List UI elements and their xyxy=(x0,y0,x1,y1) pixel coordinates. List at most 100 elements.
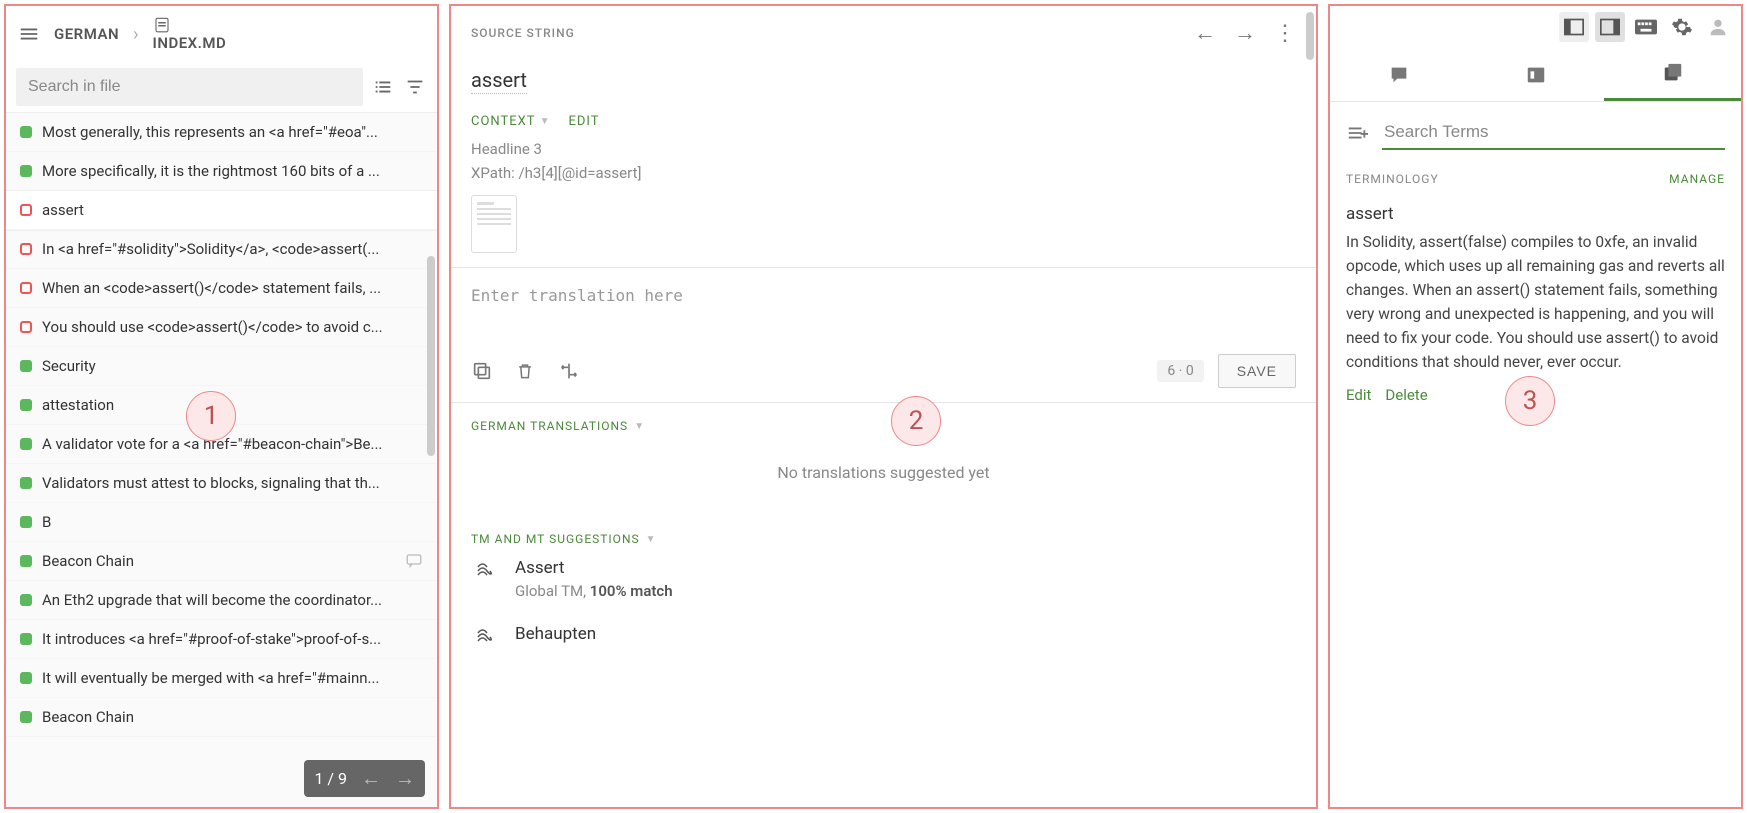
tab-file[interactable] xyxy=(1467,48,1604,101)
list-item-label: Beacon Chain xyxy=(42,708,423,726)
terminology-search-input[interactable] xyxy=(1382,116,1725,150)
list-item[interactable]: attestation xyxy=(6,386,437,425)
list-item[interactable]: In <a href="#solidity">Solidity</a>, <co… xyxy=(6,230,437,269)
context-line-2: XPath: /h3[4][@id=assert] xyxy=(471,161,1296,185)
tm-suggestion-subtext: Global TM, 100% match xyxy=(515,582,673,600)
status-dot xyxy=(20,243,32,255)
source-string-label: SOURCE STRING xyxy=(471,26,575,40)
left-panel: GERMAN › INDEX.MD Most generally, this r… xyxy=(4,4,439,809)
left-header: GERMAN › INDEX.MD xyxy=(6,6,437,62)
list-item[interactable]: You should use <code>assert()</code> to … xyxy=(6,308,437,347)
terminology-section-label: TERMINOLOGY xyxy=(1346,172,1439,186)
menu-icon[interactable] xyxy=(18,23,40,45)
transform-icon[interactable] xyxy=(557,360,581,382)
search-input[interactable] xyxy=(16,68,363,106)
list-item-label: B xyxy=(42,513,423,531)
status-dot xyxy=(20,126,32,138)
term-edit-link[interactable]: Edit xyxy=(1346,386,1371,404)
pager-text: 1 / 9 xyxy=(314,769,347,788)
list-item[interactable]: A validator vote for a <a href="#beacon-… xyxy=(6,425,437,464)
no-translations-text: No translations suggested yet xyxy=(471,433,1296,512)
term-delete-link[interactable]: Delete xyxy=(1385,386,1427,404)
pager-prev[interactable]: ← xyxy=(361,766,381,791)
list-view-icon[interactable] xyxy=(371,75,395,99)
terminology-entry: assert In Solidity, assert(false) compil… xyxy=(1330,194,1741,414)
list-item[interactable]: When an <code>assert()</code> statement … xyxy=(6,269,437,308)
list-item-label: An Eth2 upgrade that will become the coo… xyxy=(42,591,423,609)
tm-suggestion-item[interactable]: Behaupten xyxy=(471,612,1296,662)
list-item[interactable]: Validators must attest to blocks, signal… xyxy=(6,464,437,503)
gear-icon[interactable] xyxy=(1667,12,1697,42)
breadcrumb-language[interactable]: GERMAN xyxy=(54,25,119,43)
clear-icon[interactable] xyxy=(515,360,535,382)
tm-source-icon xyxy=(471,624,497,650)
user-icon[interactable] xyxy=(1703,12,1733,42)
center-panel: SOURCE STRING ← → ⋮ assert CONTEXT ▼ EDI… xyxy=(449,4,1318,809)
list-item-label: Beacon Chain xyxy=(42,552,395,570)
file-icon xyxy=(153,16,227,34)
breadcrumb-file: INDEX.MD xyxy=(153,34,227,52)
context-line-1: Headline 3 xyxy=(471,137,1296,161)
add-term-icon[interactable] xyxy=(1346,123,1368,143)
right-toolbar xyxy=(1330,6,1741,48)
status-dot xyxy=(20,633,32,645)
string-list[interactable]: Most generally, this represents an <a hr… xyxy=(6,112,437,807)
list-item-label: attestation xyxy=(42,396,423,414)
tm-suggestion-text: Assert xyxy=(515,558,673,578)
tm-source-icon xyxy=(471,558,497,584)
tm-suggestion-item[interactable]: Assert Global TM, 100% match xyxy=(471,546,1296,612)
tm-suggestions-header[interactable]: TM AND MT SUGGESTIONS ▼ xyxy=(471,532,1296,546)
context-screenshot-thumb[interactable] xyxy=(471,195,517,253)
right-panel: TERMINOLOGY MANAGE assert In Solidity, a… xyxy=(1328,4,1743,809)
breadcrumb-file-group[interactable]: INDEX.MD xyxy=(153,16,227,52)
list-item[interactable]: Beacon Chain xyxy=(6,698,437,737)
chevron-right-icon: › xyxy=(133,24,138,45)
context-edit-link[interactable]: EDIT xyxy=(568,114,599,129)
list-item-label: You should use <code>assert()</code> to … xyxy=(42,318,423,336)
list-item-label: It introduces <a href="#proof-of-stake">… xyxy=(42,630,423,648)
keyboard-icon[interactable] xyxy=(1631,12,1661,42)
status-dot xyxy=(20,399,32,411)
list-item[interactable]: It introduces <a href="#proof-of-stake">… xyxy=(6,620,437,659)
list-item[interactable]: More specifically, it is the rightmost 1… xyxy=(6,152,437,191)
status-dot xyxy=(20,165,32,177)
translation-input[interactable] xyxy=(451,268,1316,340)
layout-left-icon[interactable] xyxy=(1559,12,1589,42)
status-dot xyxy=(20,360,32,372)
list-item[interactable]: Most generally, this represents an <a hr… xyxy=(6,113,437,152)
next-string-icon[interactable]: → xyxy=(1234,20,1256,46)
list-item-label: Security xyxy=(42,357,423,375)
chevron-down-icon: ▼ xyxy=(646,534,657,545)
pager-next[interactable]: → xyxy=(395,766,415,791)
list-item-label: A validator vote for a <a href="#beacon-… xyxy=(42,435,423,453)
filter-icon[interactable] xyxy=(403,75,427,99)
context-label[interactable]: CONTEXT ▼ xyxy=(471,114,550,129)
list-item-label: Validators must attest to blocks, signal… xyxy=(42,474,423,492)
term-definition: In Solidity, assert(false) compiles to 0… xyxy=(1346,230,1725,374)
copy-source-icon[interactable] xyxy=(471,360,493,382)
list-item[interactable]: An Eth2 upgrade that will become the coo… xyxy=(6,581,437,620)
status-dot xyxy=(20,477,32,489)
tab-comments[interactable] xyxy=(1330,48,1467,101)
manage-terminology-link[interactable]: MANAGE xyxy=(1669,172,1725,186)
tab-terminology[interactable] xyxy=(1604,48,1741,101)
prev-string-icon[interactable]: ← xyxy=(1194,20,1216,46)
list-item[interactable]: assert xyxy=(6,191,437,230)
status-dot xyxy=(20,282,32,294)
scrollbar-thumb[interactable] xyxy=(427,256,435,456)
status-dot xyxy=(20,516,32,528)
list-item[interactable]: Beacon Chain xyxy=(6,542,437,581)
more-menu-icon[interactable]: ⋮ xyxy=(1274,21,1296,46)
list-item[interactable]: It will eventually be merged with <a hre… xyxy=(6,659,437,698)
translation-area: 6 · 0 SAVE xyxy=(451,267,1316,403)
scrollbar-thumb[interactable] xyxy=(1306,12,1314,60)
list-item-label: Most generally, this represents an <a hr… xyxy=(42,123,423,141)
list-item[interactable]: B xyxy=(6,503,437,542)
german-translations-header[interactable]: GERMAN TRANSLATIONS ▼ xyxy=(471,419,1296,433)
layout-right-icon[interactable] xyxy=(1595,12,1625,42)
save-button[interactable]: SAVE xyxy=(1218,354,1296,388)
list-item[interactable]: Security xyxy=(6,347,437,386)
nav-arrows: ← → ⋮ xyxy=(1194,20,1296,46)
tm-suggestion-text: Behaupten xyxy=(515,624,596,644)
term-title: assert xyxy=(1346,204,1725,224)
